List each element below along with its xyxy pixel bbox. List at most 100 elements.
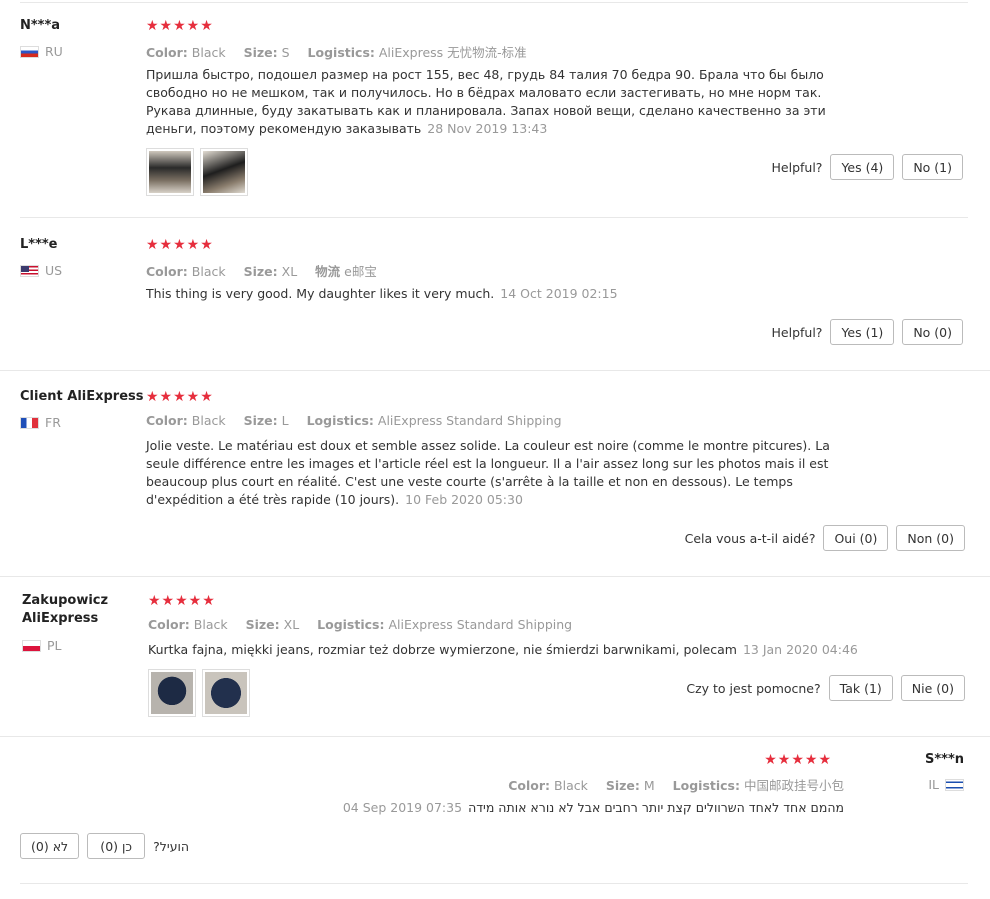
- size-label: Size:: [243, 264, 278, 279]
- star-rating: [146, 19, 214, 33]
- country-code: US: [45, 263, 63, 278]
- helpful-yes-button[interactable]: Tak (1): [828, 675, 893, 701]
- size-value: M: [643, 778, 655, 793]
- helpful-label: Czy to jest pomocne?: [686, 680, 821, 696]
- us-flag-icon: [20, 264, 39, 277]
- size-value: XL: [281, 264, 298, 279]
- reviewer-name: S***n: [924, 752, 964, 767]
- helpful-label: הועיל?: [153, 838, 190, 854]
- logistics-value: AliExpress Standard Shipping: [388, 617, 573, 632]
- divider: [20, 2, 968, 3]
- star-rating: [146, 390, 214, 404]
- reviewer-name: Client AliExpress: [20, 389, 144, 404]
- review-text: Jolie veste. Le matériau est doux et sem…: [146, 437, 866, 509]
- color-label: Color:: [146, 45, 188, 60]
- review-photo[interactable]: [148, 669, 196, 717]
- color-value: Black: [191, 264, 226, 279]
- country-code: IL: [928, 777, 939, 792]
- logistics-label: Logistics:: [306, 413, 374, 428]
- helpful-label: Cela vous a-t-il aidé?: [684, 530, 816, 546]
- color-value: Black: [191, 45, 226, 60]
- color-label: Color:: [148, 617, 190, 632]
- star-rating: [148, 594, 216, 608]
- size-label: Size:: [245, 617, 280, 632]
- helpful-no-button[interactable]: No (0): [902, 319, 963, 345]
- reviewer-country: RU: [20, 44, 63, 59]
- pl-flag-icon: [22, 639, 41, 652]
- star-rating: [764, 753, 832, 767]
- review-date: 13 Jan 2020 04:46: [742, 642, 858, 657]
- logistics-value: AliExpress Standard Shipping: [377, 413, 562, 428]
- reviewer-name: Zakupowicz AliExpress: [22, 593, 109, 626]
- logistics-value: e邮宝: [344, 264, 377, 279]
- country-code: RU: [45, 44, 63, 59]
- helpful-label: Helpful?: [771, 159, 823, 175]
- reviewer-name: L***e: [20, 237, 58, 252]
- logistics-value: AliExpress 无忧物流-标准: [378, 45, 527, 60]
- review-text: This thing is very good. My daughter lik…: [146, 285, 866, 303]
- helpful-vote: Cela vous a-t-il aidé? Oui (0) Non (0): [685, 525, 965, 551]
- size-label: Size:: [243, 413, 278, 428]
- review-properties: Color: Black Size: XL Logistics: AliExpr…: [148, 617, 586, 632]
- logistics-value: 中国邮政挂号小包: [743, 778, 844, 793]
- divider: [0, 370, 990, 371]
- review-body: מהמם אחד לאחד השרוולים קצת יותר רחבים אב…: [468, 800, 844, 815]
- helpful-no-button[interactable]: Non (0): [896, 525, 965, 551]
- size-label: Size:: [243, 45, 278, 60]
- review-photo[interactable]: [202, 669, 250, 717]
- logistics-label: Logistics:: [307, 45, 375, 60]
- helpful-yes-button[interactable]: כן (0): [87, 833, 146, 859]
- review-properties: Color: Black Size: XL 物流 e邮宝: [146, 261, 391, 280]
- review-properties: Color: Black Size: M Logistics: 中国邮政挂号小包: [508, 775, 844, 794]
- review-properties: Color: Black Size: L Logistics: AliExpre…: [146, 413, 576, 428]
- review-photos: [148, 669, 250, 717]
- logistics-label: Logistics:: [672, 778, 740, 793]
- review-text: Kurtka fajna, miękki jeans, rozmiar też …: [148, 641, 868, 659]
- logistics-label: 物流: [315, 264, 341, 279]
- review-date: 04 Sep 2019 07:35: [342, 800, 463, 815]
- size-value: S: [281, 45, 290, 60]
- color-label: Color:: [146, 264, 188, 279]
- reviewer-country: PL: [22, 638, 62, 653]
- helpful-vote: Helpful? Yes (4) No (1): [772, 154, 963, 180]
- reviewer-name: N***a: [20, 18, 61, 33]
- helpful-no-button[interactable]: לא (0): [20, 833, 80, 859]
- review-date: 10 Feb 2020 05:30: [405, 492, 523, 507]
- reviewer-country: IL: [928, 777, 964, 792]
- logistics-label: Logistics:: [317, 617, 385, 632]
- review-photos: [146, 148, 248, 196]
- helpful-vote: לא (0) כן (0) הועיל?: [20, 833, 189, 859]
- color-value: Black: [193, 617, 228, 632]
- size-value: XL: [283, 617, 300, 632]
- color-label: Color:: [508, 778, 551, 793]
- star-rating: [146, 238, 214, 252]
- country-code: FR: [45, 415, 61, 430]
- color-value: Black: [554, 778, 588, 793]
- color-label: Color:: [146, 413, 188, 428]
- review-text: Пришла быстро, подошел размер на рост 15…: [146, 66, 866, 138]
- fr-flag-icon: [20, 416, 39, 429]
- size-value: L: [281, 413, 289, 428]
- divider: [20, 883, 968, 884]
- review-photo[interactable]: [200, 148, 248, 196]
- review-body: This thing is very good. My daughter lik…: [146, 286, 495, 301]
- review-photo[interactable]: [146, 148, 194, 196]
- reviewer-country: FR: [20, 415, 61, 430]
- helpful-vote: Czy to jest pomocne? Tak (1) Nie (0): [686, 675, 965, 701]
- ru-flag-icon: [20, 45, 39, 58]
- helpful-yes-button[interactable]: Yes (4): [830, 154, 895, 180]
- reviewer-country: US: [20, 263, 62, 278]
- review-text: מהמם אחד לאחד השרוולים קצת יותר רחבים אב…: [343, 799, 844, 817]
- il-flag-icon: [945, 778, 964, 791]
- color-value: Black: [191, 413, 226, 428]
- helpful-yes-button[interactable]: Oui (0): [823, 525, 889, 551]
- review-date: 14 Oct 2019 02:15: [500, 286, 618, 301]
- divider: [20, 217, 968, 218]
- review-properties: Color: Black Size: S Logistics: AliExpre…: [146, 42, 541, 61]
- helpful-label: Helpful?: [771, 324, 823, 340]
- helpful-no-button[interactable]: Nie (0): [900, 675, 965, 701]
- divider: [0, 576, 990, 577]
- helpful-no-button[interactable]: No (1): [902, 154, 963, 180]
- country-code: PL: [47, 638, 62, 653]
- helpful-yes-button[interactable]: Yes (1): [830, 319, 895, 345]
